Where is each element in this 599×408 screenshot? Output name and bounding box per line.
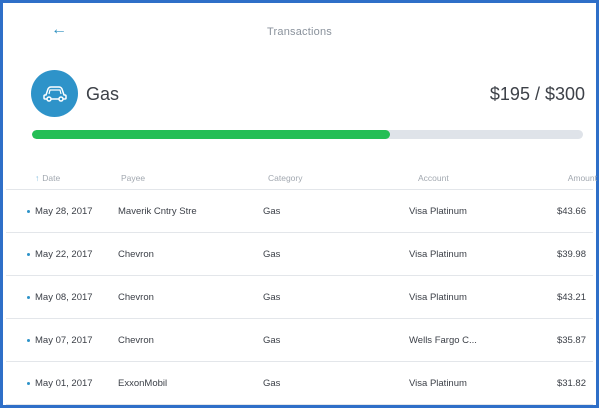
row-date: May 28, 2017 bbox=[35, 206, 93, 217]
row-amount: $43.21 bbox=[556, 292, 586, 303]
column-header-category[interactable]: Category bbox=[268, 173, 303, 183]
budget-progress-fill bbox=[32, 130, 391, 139]
row-account: Visa Platinum bbox=[409, 292, 467, 303]
row-bullet-icon bbox=[27, 210, 30, 213]
column-header-account[interactable]: Account bbox=[418, 173, 449, 183]
column-header-payee[interactable]: Payee bbox=[121, 173, 145, 183]
category-name: Gas bbox=[86, 84, 120, 104]
row-account: Visa Platinum bbox=[409, 206, 467, 217]
budget-summary: Gas $195 / $300 bbox=[6, 53, 593, 161]
row-bullet-icon bbox=[27, 253, 30, 256]
row-bullet-icon bbox=[27, 382, 30, 385]
row-category: Gas bbox=[263, 378, 281, 389]
budget-amount: $195 / $300 bbox=[489, 84, 585, 104]
row-category: Gas bbox=[263, 335, 281, 346]
table-row[interactable]: May 08, 2017 Chevron Gas Visa Platinum $… bbox=[6, 276, 593, 319]
row-payee: Chevron bbox=[118, 292, 154, 303]
row-category: Gas bbox=[263, 292, 281, 303]
category-icon-badge bbox=[31, 70, 78, 117]
app-frame: ← Transactions Gas $195 / $300 ↑ Date Pay… bbox=[0, 0, 599, 408]
row-category: Gas bbox=[263, 206, 281, 217]
row-account: Visa Platinum bbox=[409, 249, 467, 260]
sort-up-icon: ↑ bbox=[35, 173, 40, 183]
row-bullet-icon bbox=[27, 339, 30, 342]
row-date: May 08, 2017 bbox=[35, 292, 93, 303]
row-payee: Chevron bbox=[118, 249, 154, 260]
row-account: Wells Fargo C... bbox=[409, 335, 477, 346]
table-row[interactable]: May 01, 2017 ExxonMobil Gas Visa Platinu… bbox=[6, 362, 593, 405]
row-bullet-icon bbox=[27, 296, 30, 299]
car-icon bbox=[43, 86, 67, 102]
table-body: May 28, 2017 Maverik Cntry Stre Gas Visa… bbox=[6, 190, 593, 405]
column-header-date[interactable]: ↑ Date bbox=[35, 173, 60, 183]
row-date: May 07, 2017 bbox=[35, 335, 93, 346]
row-date: May 22, 2017 bbox=[35, 249, 93, 260]
row-amount: $31.82 bbox=[556, 378, 586, 389]
top-nav: ← Transactions bbox=[6, 6, 593, 54]
row-payee: ExxonMobil bbox=[118, 378, 168, 389]
page-title: Transactions bbox=[267, 26, 332, 38]
transactions-table: ↑ Date Payee Category Account Amount May … bbox=[6, 161, 597, 405]
column-header-amount[interactable]: Amount bbox=[568, 173, 597, 183]
row-amount: $35.87 bbox=[556, 335, 586, 346]
row-date: May 01, 2017 bbox=[35, 378, 93, 389]
row-amount: $43.66 bbox=[556, 206, 586, 217]
budget-progress-bar bbox=[32, 130, 583, 139]
table-row[interactable]: May 07, 2017 Chevron Gas Wells Fargo C..… bbox=[6, 319, 593, 362]
row-amount: $39.98 bbox=[556, 249, 586, 260]
table-header: ↑ Date Payee Category Account Amount bbox=[6, 161, 597, 190]
row-payee: Maverik Cntry Stre bbox=[118, 206, 197, 217]
table-row[interactable]: May 22, 2017 Chevron Gas Visa Platinum $… bbox=[6, 233, 593, 276]
row-category: Gas bbox=[263, 249, 281, 260]
row-account: Visa Platinum bbox=[409, 378, 467, 389]
row-payee: Chevron bbox=[118, 335, 154, 346]
table-row[interactable]: May 28, 2017 Maverik Cntry Stre Gas Visa… bbox=[6, 190, 593, 233]
